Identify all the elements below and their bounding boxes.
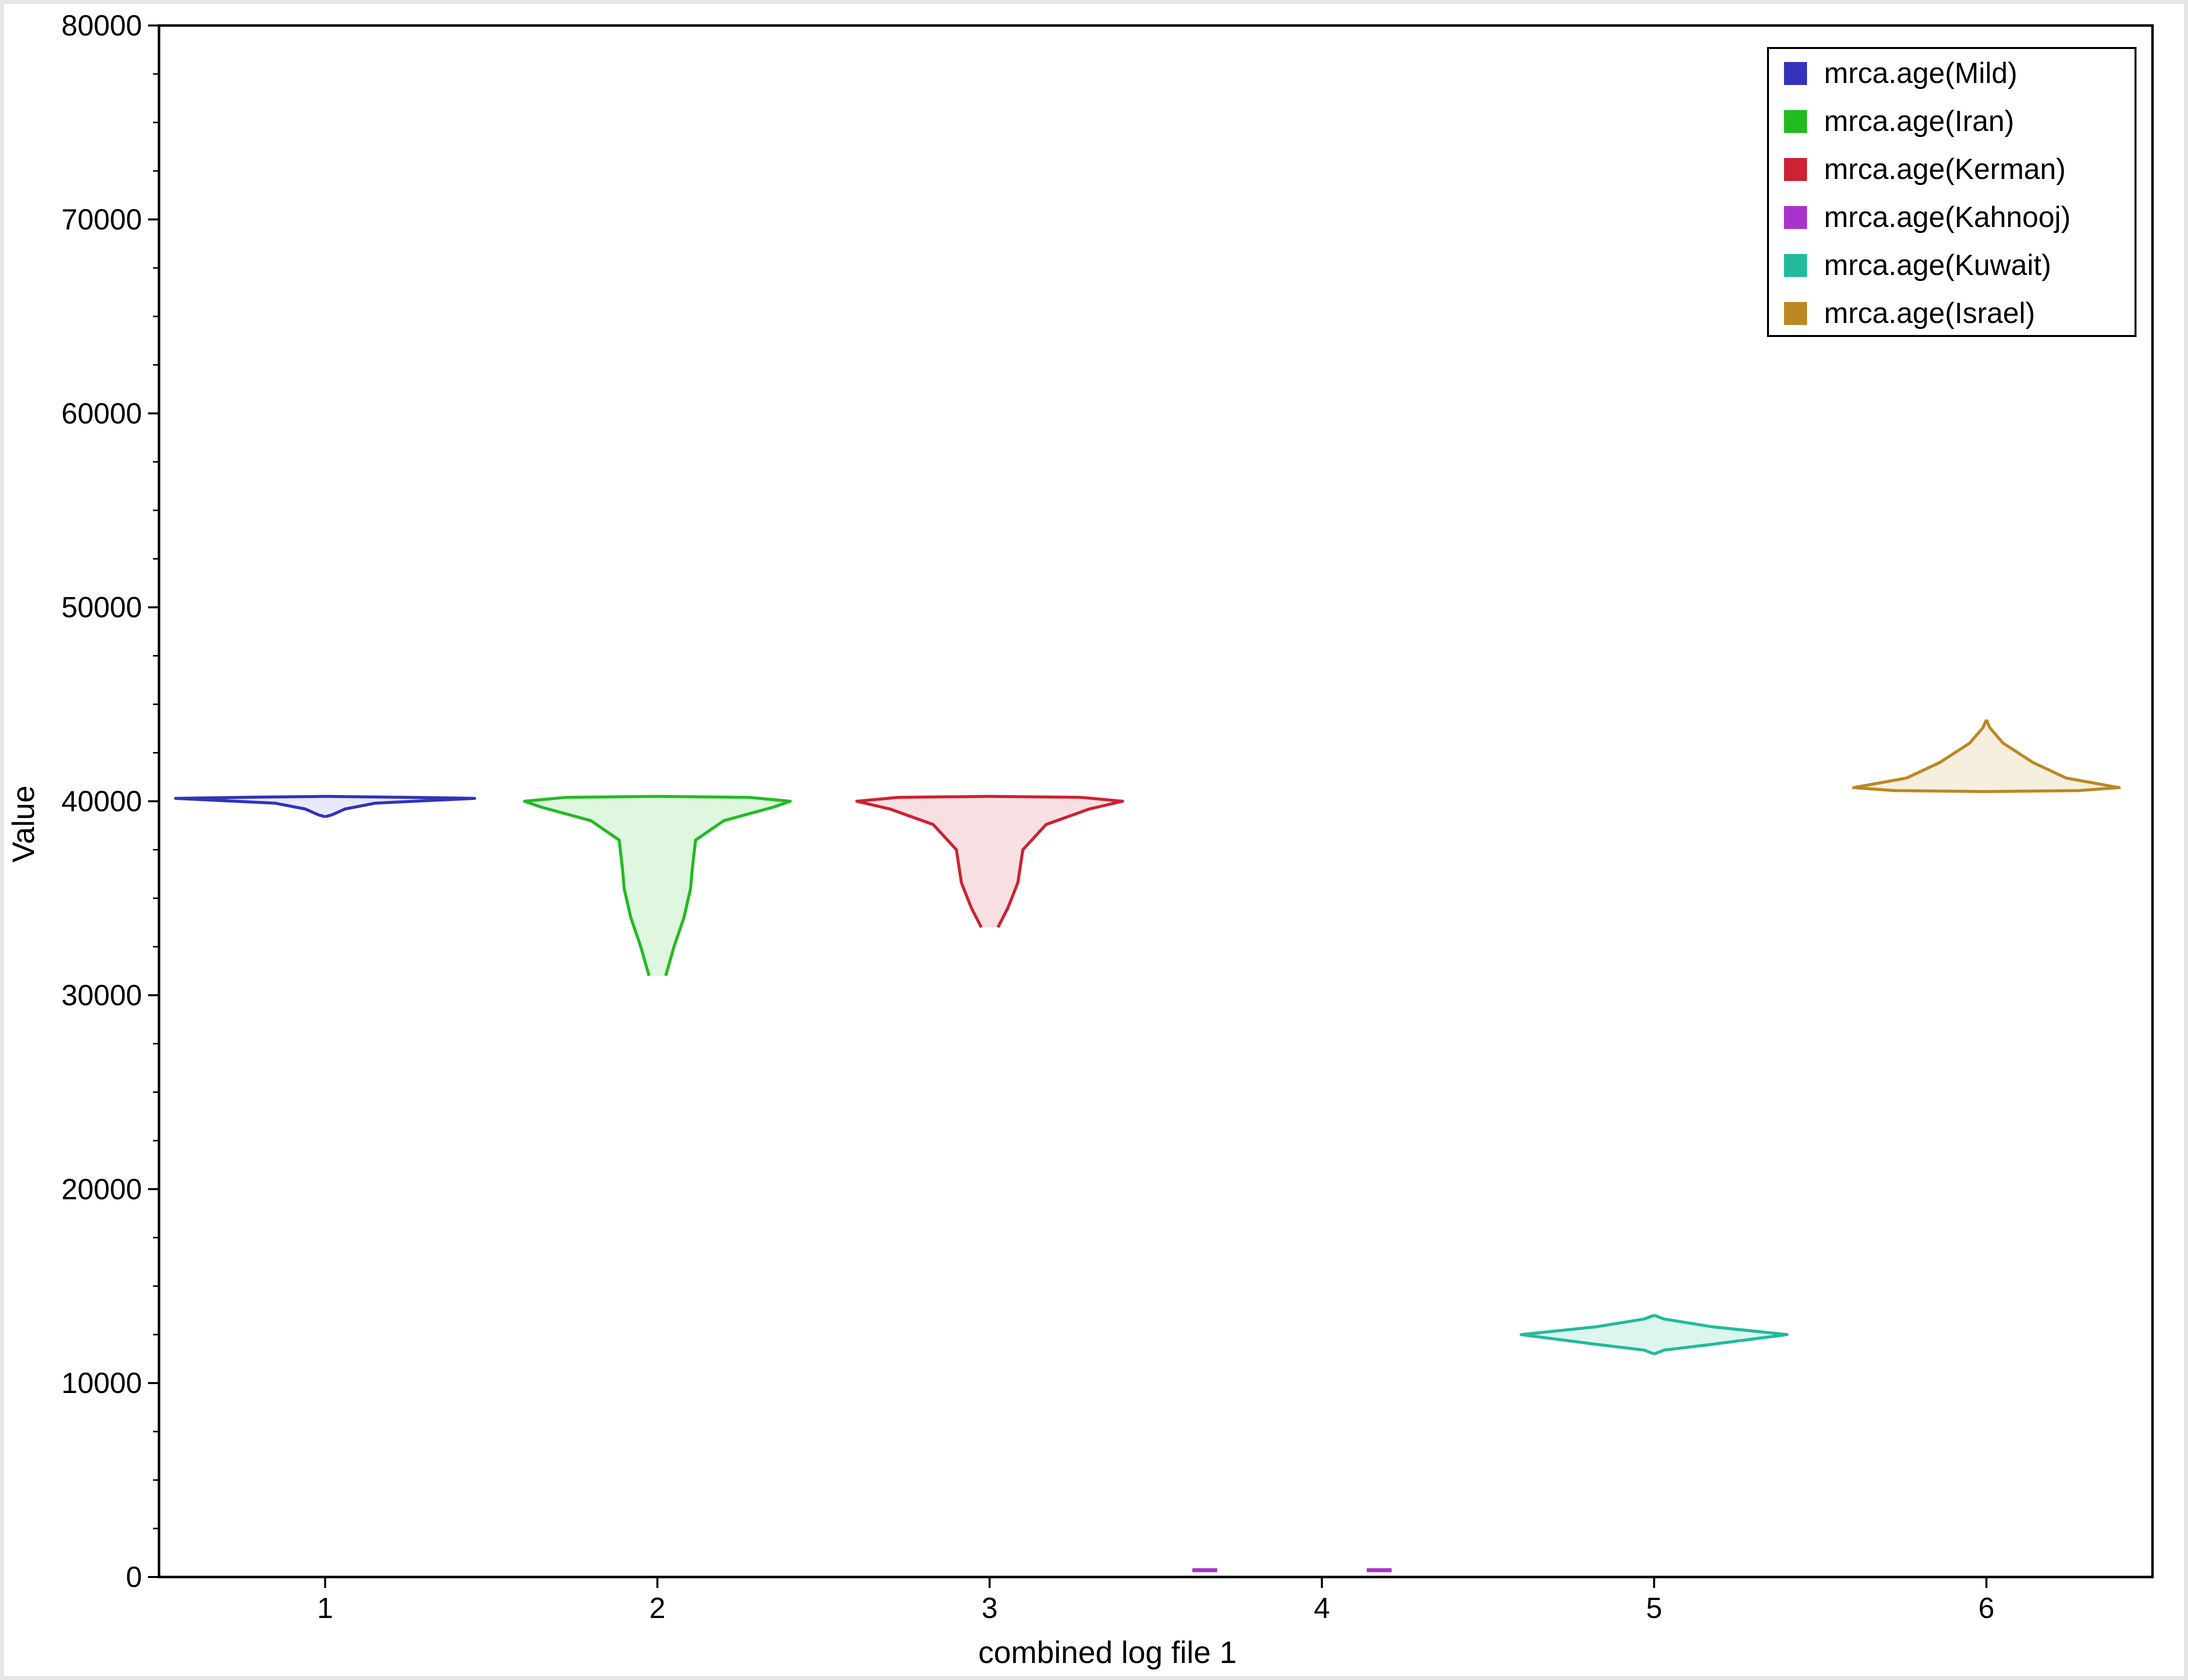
- legend-box: [1767, 47, 2136, 337]
- y-tick-label: 60000: [62, 398, 142, 430]
- legend-label: mrca.age(Kuwait): [1824, 249, 2051, 282]
- x-tick-label: 3: [982, 1592, 998, 1624]
- legend-swatch: [1784, 62, 1807, 85]
- legend-label: mrca.age(Israel): [1824, 297, 2035, 330]
- x-tick-label: 4: [1314, 1592, 1330, 1624]
- legend-swatch: [1784, 302, 1807, 325]
- x-tick-label: 6: [1978, 1592, 1994, 1624]
- y-axis-title: Value: [6, 786, 41, 862]
- legend-label: mrca.age(Mild): [1824, 57, 2018, 90]
- violin-fill-mrca-age-kerman: [856, 796, 1123, 928]
- violin-chart: 0 10000 20000 30000 40000 50000 60000 70000 8000…: [6, 10, 2154, 1670]
- legend-label: mrca.age(Kahnooj): [1824, 201, 2070, 234]
- y-tick-label: 80000: [62, 10, 142, 42]
- violin-fill-mrca-age-iran: [524, 796, 790, 976]
- y-tick-label: 50000: [62, 592, 142, 624]
- y-tick-label: 10000: [62, 1367, 142, 1400]
- y-tick-label: 20000: [62, 1173, 142, 1206]
- legend-swatch: [1784, 158, 1807, 181]
- violins: [174, 719, 2121, 1572]
- legend: mrca.age(Mild) mrca.age(Iran) mrca.age(Ker…: [1767, 47, 2136, 337]
- y-tick-label: 30000: [62, 979, 142, 1012]
- legend-swatch: [1784, 254, 1807, 277]
- y-tick-label: 40000: [62, 786, 142, 818]
- x-axis: 1 2 3 4 5 6: [317, 1577, 1994, 1624]
- x-tick-label: 1: [317, 1592, 333, 1624]
- x-tick-label: 5: [1646, 1592, 1662, 1624]
- y-tick-label: 70000: [62, 204, 142, 236]
- y-tick-label: 0: [126, 1561, 142, 1594]
- legend-swatch: [1784, 206, 1807, 229]
- violin-fill-mrca-age-kuwait: [1521, 1315, 1788, 1354]
- y-axis: 0 10000 20000 30000 40000 50000 60000 70000 8000…: [62, 10, 159, 1594]
- legend-label: mrca.age(Iran): [1824, 105, 2014, 138]
- chart-frame: 0 10000 20000 30000 40000 50000 60000 70000 8000…: [4, 4, 2184, 1676]
- x-axis-title: combined log file 1: [978, 1636, 1237, 1670]
- x-tick-label: 2: [650, 1592, 666, 1624]
- legend-swatch: [1784, 110, 1807, 133]
- legend-label: mrca.age(Kerman): [1824, 153, 2066, 186]
